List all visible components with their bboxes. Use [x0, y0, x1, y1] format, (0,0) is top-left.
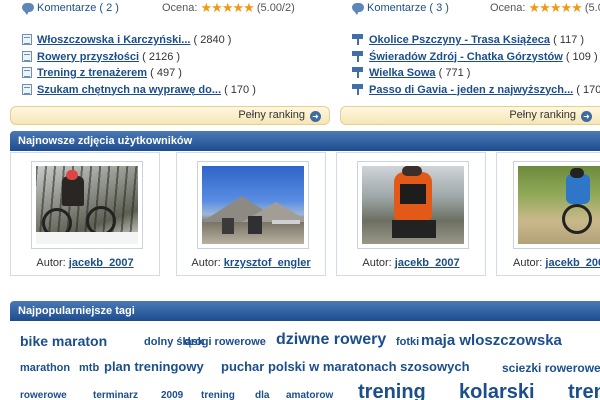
author-label: Autor: — [36, 257, 66, 269]
list-item-link[interactable]: Trening z trenażerem — [37, 67, 147, 79]
tag-link[interactable]: plan treningowy — [104, 359, 204, 374]
list-item-link[interactable]: Passo di Gavia - jeden z najwyższych... — [369, 84, 573, 96]
signpost-icon — [352, 50, 363, 62]
left-full-ranking-button[interactable]: Pełny ranking ➜ — [10, 106, 330, 125]
right-ranking-list: Okolice Pszczyny - Trasa Książeca ( 117 … — [352, 32, 600, 98]
author-link[interactable]: krzysztof_engler — [224, 257, 311, 269]
author-label: Autor: — [362, 257, 392, 269]
tag-link[interactable]: terminarz — [93, 390, 138, 400]
list-item-count: ( 170 ) — [576, 83, 600, 96]
list-item-count: ( 497 ) — [150, 67, 182, 79]
signpost-icon — [352, 33, 363, 45]
full-ranking-label: Pełny ranking — [509, 109, 576, 121]
author-label: Autor: — [513, 257, 543, 269]
list-item: Wielka Sowa ( 771 ) — [352, 65, 600, 82]
left-rating-stars: ★★★★★ — [200, 0, 255, 15]
document-icon — [22, 83, 32, 95]
list-item: Okolice Pszczyny - Trasa Książeca ( 117 … — [352, 32, 600, 49]
left-rating-label: Ocena: — [161, 2, 198, 14]
tag-link[interactable]: amatorow — [286, 390, 333, 400]
photo-thumbnail[interactable] — [197, 161, 309, 249]
tag-link[interactable]: trening — [201, 390, 235, 400]
photo-thumbnail[interactable] — [513, 161, 600, 249]
tag-link[interactable]: trening — [358, 381, 426, 400]
list-item: Passo di Gavia - jeden z najwyższych... … — [352, 82, 600, 99]
photo-caption: Autor: jacekb_2007 — [337, 257, 485, 269]
arrow-right-icon: ➜ — [581, 111, 592, 122]
tag-link[interactable]: fotki — [396, 336, 419, 348]
right-full-ranking-button[interactable]: Pełny ranking ➜ — [340, 106, 600, 125]
photo-thumbnail[interactable] — [31, 161, 143, 249]
comment-icon — [22, 3, 34, 15]
list-item-count: ( 117 ) — [553, 34, 585, 46]
author-label: Autor: — [191, 257, 221, 269]
right-rating-stars: ★★★★★ — [528, 0, 583, 15]
list-item-count: ( 2126 ) — [142, 50, 181, 63]
list-item-count: ( 109 ) — [565, 50, 598, 63]
tag-link[interactable]: 2009 — [161, 390, 183, 400]
list-item-count: ( 2840 ) — [193, 34, 232, 46]
list-item: Włoszczowska i Karczyński... ( 2840 ) — [22, 32, 256, 49]
photo-caption: Autor: krzysztof_engler — [177, 257, 325, 269]
tag-link[interactable]: bike maraton — [20, 333, 107, 349]
list-item-link[interactable]: Rowery przyszłości — [37, 51, 139, 63]
tag-link[interactable]: dla — [255, 390, 269, 400]
list-item: Szukam chętnych na wyprawę do... ( 170 ) — [22, 82, 256, 99]
left-rating-value: (5.00/2) — [256, 2, 295, 14]
right-rating-value: (5.00/3) — [584, 2, 600, 14]
tag-link[interactable]: puchar polski w maratonach szosowych — [221, 359, 470, 374]
tag-link[interactable]: trening — [568, 381, 600, 400]
list-item-link[interactable]: Szukam chętnych na wyprawę do... — [37, 84, 221, 96]
signpost-icon — [352, 66, 363, 78]
right-rating-label: Ocena: — [489, 2, 526, 14]
list-item-count: ( 170 ) — [224, 83, 256, 96]
document-icon — [22, 67, 32, 78]
tag-link[interactable]: marathon — [20, 362, 70, 374]
photo-thumbnail[interactable] — [357, 161, 469, 249]
tag-link[interactable]: maja wloszczowska — [421, 332, 562, 349]
author-link[interactable]: jacekb_2007 — [545, 257, 600, 269]
list-item: Trening z trenażerem ( 497 ) — [22, 65, 256, 82]
tag-link[interactable]: rowerowe — [20, 390, 67, 400]
list-item-link[interactable]: Świeradów Zdrój - Chatka Górzystów — [369, 51, 563, 63]
list-item: Rowery przyszłości ( 2126 ) — [22, 49, 256, 66]
left-comments-link[interactable]: Komentarze ( 2 ) — [37, 2, 119, 14]
list-item: Świeradów Zdrój - Chatka Górzystów ( 109… — [352, 49, 600, 66]
signpost-icon — [352, 83, 363, 95]
photo-card: Autor: jacekb_2007 — [336, 152, 486, 276]
tag-link[interactable]: kolarski — [459, 381, 535, 400]
photo-caption: Autor: jacekb_2007 — [513, 257, 600, 269]
document-icon — [22, 50, 32, 62]
comment-icon — [352, 3, 364, 15]
photo-card: Autor: jacekb_2007 — [10, 152, 160, 276]
right-comments-link[interactable]: Komentarze ( 3 ) — [367, 2, 449, 14]
tag-link[interactable]: dziwne rowery — [276, 331, 386, 349]
photo-caption: Autor: jacekb_2007 — [11, 257, 159, 269]
tag-link[interactable]: drogi rowerowe — [184, 336, 266, 348]
tag-link[interactable]: sciezki rowerowe — [502, 361, 600, 375]
photo-card: Autor: jacekb_2007 — [496, 152, 600, 276]
author-link[interactable]: jacekb_2007 — [395, 257, 460, 269]
document-icon — [22, 34, 32, 45]
list-item-link[interactable]: Okolice Pszczyny - Trasa Książeca — [369, 34, 550, 46]
tag-link[interactable]: mtb — [79, 362, 99, 374]
photos-section-header: Najnowsze zdjęcia użytkowników — [10, 131, 600, 151]
tags-section-header: Najpopularniejsze tagi — [10, 301, 600, 321]
full-ranking-label: Pełny ranking — [238, 109, 305, 121]
author-link[interactable]: jacekb_2007 — [69, 257, 134, 269]
arrow-right-icon: ➜ — [310, 111, 321, 122]
left-meta-row: Komentarze ( 2 ) Ocena: ★★★★★ (5.00/2) — [22, 0, 295, 15]
right-meta-row: Komentarze ( 3 ) Ocena: ★★★★★ (5.00/3) — [352, 0, 600, 15]
list-item-link[interactable]: Wielka Sowa — [369, 67, 436, 79]
list-item-count: ( 771 ) — [438, 67, 471, 79]
list-item-link[interactable]: Włoszczowska i Karczyński... — [37, 34, 190, 46]
left-ranking-list: Włoszczowska i Karczyński... ( 2840 ) Ro… — [22, 32, 256, 98]
photo-card: Autor: krzysztof_engler — [176, 152, 326, 276]
